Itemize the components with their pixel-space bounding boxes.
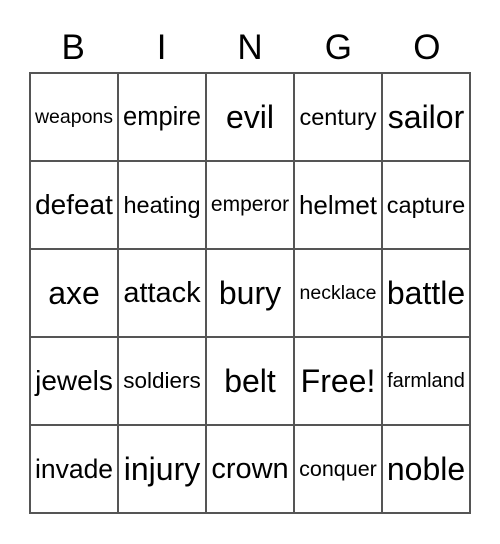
bingo-cell[interactable]: invade (30, 425, 118, 513)
bingo-cell[interactable]: sailor (382, 73, 470, 161)
cell-word: helmet (298, 189, 378, 220)
bingo-cell[interactable]: battle (382, 249, 470, 337)
bingo-cell[interactable]: century (294, 73, 382, 161)
cell-word: heating (123, 191, 201, 218)
header-letter-b: B (61, 28, 85, 67)
bingo-cell[interactable]: weapons (30, 73, 118, 161)
cell-word: crown (211, 452, 289, 485)
cell-word: necklace (299, 281, 377, 304)
cell-word: conquer (299, 456, 377, 481)
bingo-cell[interactable]: crown (206, 425, 294, 513)
cell-word: evil (225, 98, 274, 135)
cell-word: weapons (34, 105, 114, 128)
cell-word: century (299, 103, 377, 130)
cell-word: noble (386, 450, 466, 487)
bingo-cell[interactable]: conquer (294, 425, 382, 513)
header-letter-i: I (156, 28, 167, 67)
cell-word: attack (123, 276, 201, 309)
bingo-cell[interactable]: injury (118, 425, 206, 513)
header-letter-g: G (324, 28, 353, 67)
cell-word: bury (218, 274, 282, 311)
bingo-cell[interactable]: capture (382, 161, 470, 249)
cell-word: belt (224, 362, 276, 399)
bingo-cell[interactable]: attack (118, 249, 206, 337)
bingo-cell[interactable]: necklace (294, 249, 382, 337)
bingo-header: B I N G O (29, 26, 471, 70)
header-letter-n: N (237, 28, 263, 67)
bingo-cell[interactable]: helmet (294, 161, 382, 249)
cell-word: emperor (210, 193, 290, 216)
bingo-cell[interactable]: defeat (30, 161, 118, 249)
cell-word: defeat (35, 189, 113, 220)
bingo-cell[interactable]: bury (206, 249, 294, 337)
bingo-cell[interactable]: belt (206, 337, 294, 425)
bingo-cell[interactable]: Free! (294, 337, 382, 425)
cell-word: sailor (387, 98, 465, 135)
bingo-cell[interactable]: soldiers (118, 337, 206, 425)
bingo-cell[interactable]: emperor (206, 161, 294, 249)
bingo-cell[interactable]: noble (382, 425, 470, 513)
bingo-grid: weapons empire evil century sailor defeat heat… (29, 72, 471, 514)
cell-word: capture (386, 191, 466, 218)
bingo-cell[interactable]: evil (206, 73, 294, 161)
header-letter-o: O (413, 28, 441, 67)
bingo-cell[interactable]: axe (30, 249, 118, 337)
bingo-cell[interactable]: heating (118, 161, 206, 249)
cell-word: soldiers (123, 368, 201, 393)
cell-word: injury (123, 450, 201, 487)
cell-word: invade (34, 453, 114, 484)
bingo-cell[interactable]: empire (118, 73, 206, 161)
cell-word: Free! (300, 362, 376, 399)
bingo-cell[interactable]: jewels (30, 337, 118, 425)
cell-word: farmland (387, 369, 465, 392)
cell-word: jewels (35, 365, 113, 396)
cell-word: battle (386, 274, 466, 311)
cell-word: axe (48, 274, 100, 311)
cell-word: empire (123, 102, 201, 131)
bingo-cell[interactable]: farmland (382, 337, 470, 425)
